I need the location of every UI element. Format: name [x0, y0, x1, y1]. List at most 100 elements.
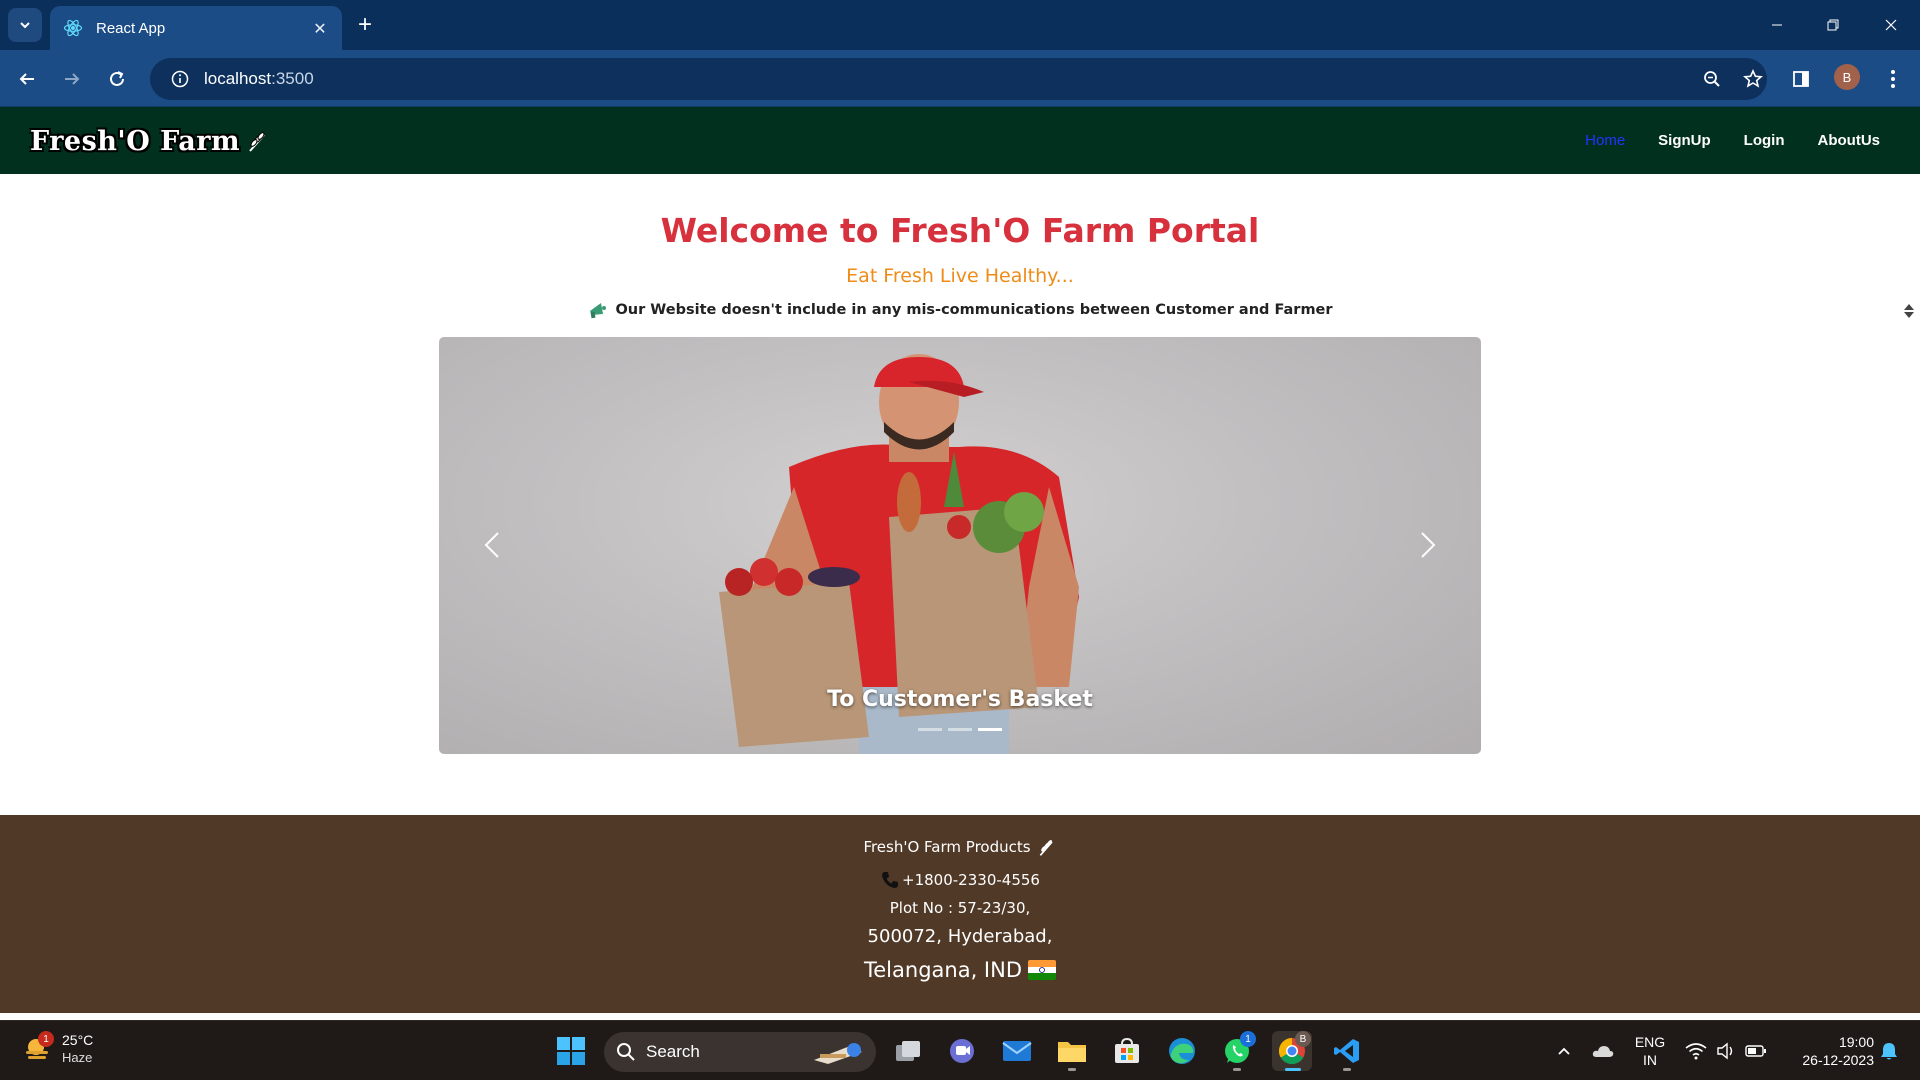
scroll-spinner[interactable] — [1898, 298, 1920, 324]
show-hidden-icons-button[interactable] — [1552, 1033, 1576, 1069]
carousel-indicator-active[interactable] — [978, 728, 1002, 731]
folder-icon — [1058, 1042, 1086, 1062]
new-tab-button[interactable]: + — [352, 12, 378, 38]
restore-button[interactable] — [1818, 10, 1848, 40]
bookmark-star-icon[interactable] — [1738, 64, 1768, 94]
task-view-icon — [896, 1041, 920, 1061]
wifi-icon[interactable] — [1682, 1033, 1710, 1069]
clock-date: 26-12-2023 — [1802, 1052, 1874, 1068]
footer-state: Telangana, IND — [864, 958, 1022, 982]
whatsapp-badge: 1 — [1240, 1031, 1256, 1047]
notice-text: Our Website doesn't include in any mis-c… — [615, 302, 1333, 318]
carousel-indicators — [439, 728, 1481, 731]
whatsapp-button[interactable]: 1 — [1217, 1031, 1257, 1071]
carousel-indicator[interactable] — [918, 728, 942, 731]
wheat-icon — [1037, 837, 1057, 857]
microsoft-store-button[interactable] — [1107, 1031, 1147, 1071]
more-vertical-icon — [1891, 70, 1895, 88]
wheat-icon — [246, 129, 270, 153]
reload-icon — [110, 71, 124, 86]
vscode-button[interactable] — [1327, 1031, 1367, 1071]
store-icon — [1115, 1037, 1139, 1063]
arrow-right-icon — [65, 73, 80, 85]
task-view-button[interactable] — [888, 1031, 928, 1071]
brand-logo[interactable]: Fresh'O Farm — [30, 121, 270, 161]
chrome-button[interactable]: B — [1272, 1031, 1312, 1071]
language-code: ENG — [1634, 1034, 1666, 1050]
windows-taskbar: 1 25°C Haze Search 1 B ENG IN 19:00 26-1… — [0, 1020, 1920, 1080]
back-button[interactable] — [10, 62, 44, 96]
reload-button[interactable] — [100, 62, 134, 96]
phone-icon — [880, 870, 900, 890]
footer-phone-line: +1800-2330-4556 — [0, 870, 1920, 890]
carousel-next-button[interactable] — [1405, 522, 1451, 568]
browser-toolbar: localhost:3500 B — [0, 50, 1920, 107]
search-icon — [617, 1043, 635, 1061]
india-flag-icon — [1028, 960, 1056, 980]
forward-button[interactable] — [55, 62, 89, 96]
active-indicator — [1285, 1068, 1301, 1071]
brand-name: Fresh'O Farm — [30, 125, 241, 157]
mail-button[interactable] — [997, 1031, 1037, 1071]
mail-icon — [1002, 1041, 1032, 1061]
carousel-prev-button[interactable] — [469, 522, 515, 568]
minimize-button[interactable] — [1762, 10, 1792, 40]
nav-links: Home SignUp Login AboutUs — [1585, 107, 1880, 174]
nav-signup-link[interactable]: SignUp — [1658, 132, 1711, 149]
browser-tab[interactable]: React App ✕ — [50, 6, 342, 50]
chevron-up-icon — [1558, 1047, 1570, 1055]
footer-state-line: Telangana, IND — [0, 958, 1920, 982]
footer-phone[interactable]: +1800-2330-4556 — [902, 871, 1040, 889]
carousel-indicator[interactable] — [948, 728, 972, 731]
minimize-icon — [1772, 24, 1782, 26]
react-icon — [62, 17, 84, 39]
battery-icon[interactable] — [1742, 1033, 1770, 1069]
site-footer: Fresh'O Farm Products +1800-2330-4556 Pl… — [0, 815, 1920, 1013]
notification-bell-icon[interactable] — [1874, 1033, 1904, 1069]
weather-notification-badge: 1 — [38, 1031, 54, 1047]
footer-brand: Fresh'O Farm Products — [863, 838, 1031, 856]
edge-button[interactable] — [1162, 1031, 1202, 1071]
notice-banner: Our Website doesn't include in any mis-c… — [0, 300, 1920, 320]
caret-up-icon — [1904, 304, 1914, 310]
footer-plot: Plot No : 57-23/30, — [889, 899, 1031, 917]
onedrive-icon[interactable] — [1588, 1033, 1618, 1069]
megaphone-icon — [587, 300, 609, 320]
edge-icon — [1169, 1038, 1195, 1064]
tab-search-button[interactable] — [8, 8, 42, 42]
windows-logo-icon — [557, 1037, 585, 1065]
site-navbar: Fresh'O Farm Home SignUp Login AboutUs — [0, 107, 1920, 174]
side-panel-button[interactable] — [1784, 62, 1818, 96]
input-language[interactable]: ENG IN — [1630, 1033, 1670, 1069]
carousel-caption: To Customer's Basket — [827, 687, 1093, 712]
teams-chat-button[interactable] — [942, 1031, 982, 1071]
nav-login-link[interactable]: Login — [1744, 132, 1785, 149]
weather-temperature: 25°C — [62, 1032, 94, 1048]
running-indicator — [1343, 1068, 1351, 1071]
close-tab-icon[interactable]: ✕ — [310, 18, 330, 38]
weather-widget[interactable]: 1 25°C Haze — [22, 1031, 93, 1067]
profile-avatar[interactable]: B — [1834, 64, 1860, 90]
address-bar[interactable]: localhost:3500 — [150, 58, 1767, 100]
zoom-icon[interactable] — [1697, 64, 1727, 94]
nav-home-link[interactable]: Home — [1585, 132, 1625, 149]
running-indicator — [1068, 1068, 1076, 1071]
start-button[interactable] — [551, 1031, 591, 1071]
file-explorer-button[interactable] — [1052, 1031, 1092, 1071]
chevron-down-icon — [20, 22, 30, 29]
search-label: Search — [646, 1042, 700, 1061]
page-title: Welcome to Fresh'O Farm Portal — [660, 211, 1260, 250]
vscode-icon — [1334, 1039, 1359, 1063]
close-window-button[interactable] — [1876, 10, 1906, 40]
taskbar-search[interactable]: Search — [604, 1032, 876, 1072]
taskbar-clock[interactable]: 19:00 26-12-2023 — [1782, 1033, 1874, 1069]
volume-icon[interactable] — [1712, 1033, 1740, 1069]
footer-city: 500072, Hyderabad, — [867, 926, 1053, 947]
url-text: localhost:3500 — [204, 69, 314, 88]
image-carousel: To Customer's Basket — [439, 337, 1481, 754]
arrow-left-icon — [19, 73, 34, 85]
nav-aboutus-link[interactable]: AboutUs — [1818, 132, 1881, 149]
site-info-icon[interactable] — [158, 58, 202, 100]
browser-menu-button[interactable] — [1876, 62, 1910, 96]
chevron-left-icon — [484, 532, 499, 558]
